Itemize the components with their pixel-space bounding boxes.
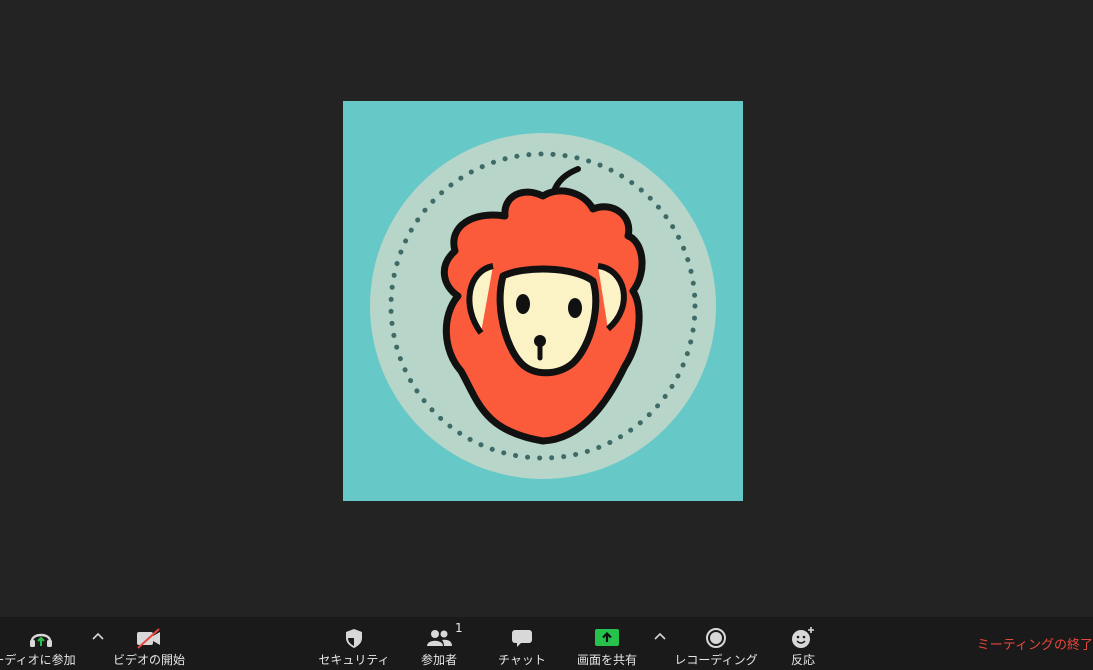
join-audio-label: ーディオに参加 [0,653,76,667]
emoji-icon [790,625,816,651]
security-label: セキュリティ [318,653,390,667]
participants-button[interactable]: 1 参加者 [408,617,470,670]
reactions-button[interactable]: 反応 [780,617,826,670]
share-screen-icon [594,625,620,651]
participants-count: 1 [455,621,463,635]
end-meeting-button[interactable]: ミーティングの終了 [977,617,1093,670]
chat-button[interactable]: チャット [490,617,554,670]
video-off-icon [135,625,163,651]
chat-bubble-icon [510,625,534,651]
record-icon [705,625,727,651]
video-stage [0,0,1093,617]
start-video-label: ビデオの開始 [112,653,185,667]
share-options-caret[interactable] [652,628,668,644]
audio-options-caret[interactable] [90,628,106,644]
meeting-toolbar: ーディオに参加 ビデオの開始 セキュリティ 1 参加者 チャット 画面を共有 レ… [0,617,1093,670]
chat-label: チャット [498,653,546,667]
security-button[interactable]: セキュリティ [313,617,395,670]
start-video-button[interactable]: ビデオの開始 [108,617,190,670]
avatar-image [343,101,743,501]
people-icon: 1 [425,621,463,651]
share-screen-button[interactable]: 画面を共有 [570,617,644,670]
chevron-up-icon [654,632,666,640]
participant-avatar [343,101,743,501]
reactions-label: 反応 [790,653,815,667]
join-audio-button[interactable]: ーディオに参加 [0,617,82,670]
record-label: レコーディング [674,653,758,667]
participants-label: 参加者 [420,653,457,667]
shield-icon [343,625,365,651]
headphones-icon [28,625,54,651]
record-button[interactable]: レコーディング [670,617,762,670]
chevron-up-icon [92,632,104,640]
end-meeting-label: ミーティングの終了 [976,638,1093,653]
share-screen-label: 画面を共有 [576,653,637,667]
